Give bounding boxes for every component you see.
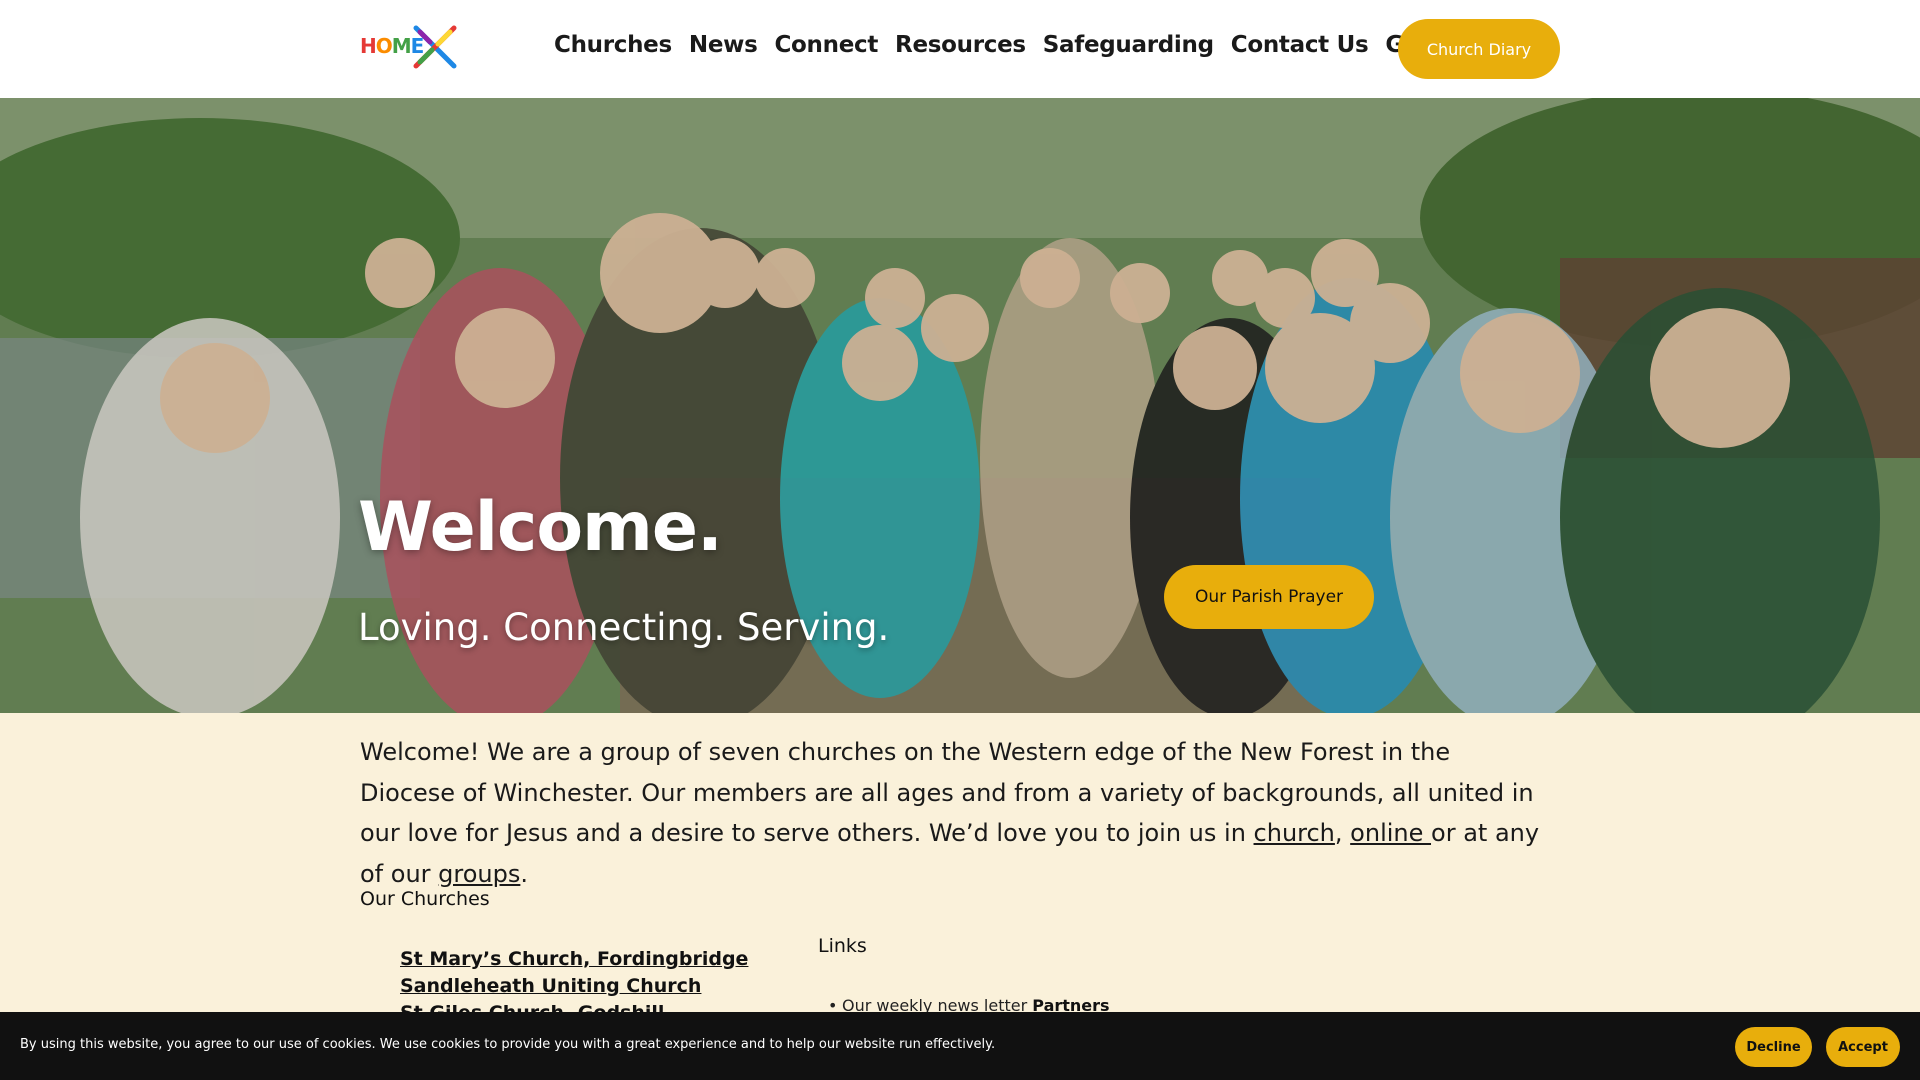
decline-cookies-button[interactable]: Decline	[1735, 1027, 1812, 1067]
link-groups[interactable]: groups	[438, 860, 520, 888]
accept-cookies-button[interactable]: Accept	[1826, 1027, 1900, 1067]
church-link-st-marys[interactable]: St Mary’s Church, Fordingbridge	[400, 948, 748, 970]
nav-resources[interactable]: Resources	[895, 32, 1026, 58]
hero-title: Welcome.	[358, 488, 723, 567]
nav-churches[interactable]: Churches	[554, 32, 672, 58]
cookie-message: By using this website, you agree to our …	[20, 1037, 996, 1052]
link-church[interactable]: church	[1254, 819, 1335, 847]
hero-group-photo	[0, 98, 1920, 713]
site-header: HOME Churches News Connect Resources Saf…	[0, 0, 1920, 98]
nav-news[interactable]: News	[689, 32, 758, 58]
home-logo[interactable]: HOME	[360, 22, 462, 74]
cookie-banner: By using this website, you agree to our …	[0, 1012, 1920, 1080]
nav-contact-us[interactable]: Contact Us	[1231, 32, 1369, 58]
logo-cross-icon	[413, 25, 457, 69]
main-nav: Churches News Connect Resources Safeguar…	[554, 32, 1459, 58]
intro-paragraph: Welcome! We are a group of seven churche…	[360, 732, 1540, 894]
our-churches-heading: Our Churches	[360, 888, 490, 910]
list-item: Sandleheath Uniting Church	[400, 973, 748, 1000]
church-link-sandleheath[interactable]: Sandleheath Uniting Church	[400, 975, 701, 997]
intro-separator: ,	[1334, 819, 1351, 847]
hero-subtitle: Loving. Connecting. Serving.	[358, 606, 890, 649]
logo-letter-m: M	[391, 34, 412, 58]
parish-prayer-button[interactable]: Our Parish Prayer	[1164, 565, 1374, 629]
nav-connect[interactable]: Connect	[774, 32, 878, 58]
list-item: St Mary’s Church, Fordingbridge	[400, 946, 748, 973]
logo-letter-h: H	[360, 34, 377, 58]
logo-letter-o: O	[375, 34, 393, 58]
church-diary-button[interactable]: Church Diary	[1398, 19, 1560, 79]
intro-text-end: .	[520, 859, 529, 888]
links-heading: Links	[818, 935, 867, 957]
link-online[interactable]: online	[1350, 819, 1431, 847]
nav-safeguarding[interactable]: Safeguarding	[1043, 32, 1214, 58]
hero-banner: Welcome. Loving. Connecting. Serving. Ou…	[0, 98, 1920, 713]
